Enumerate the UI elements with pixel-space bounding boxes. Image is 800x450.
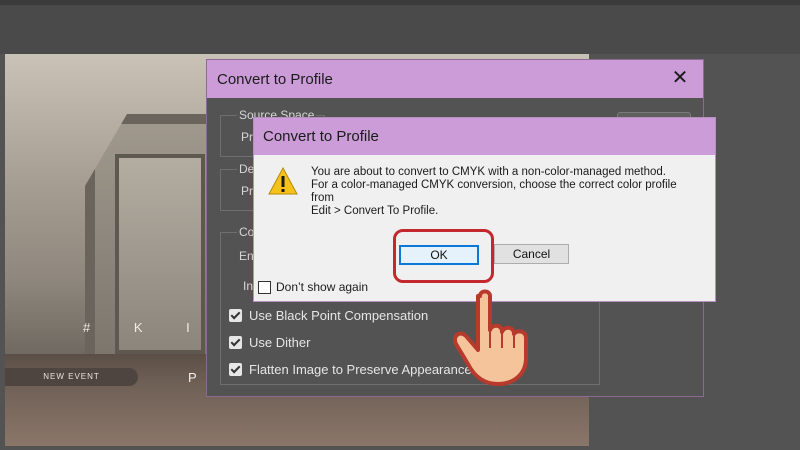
close-icon[interactable]: ✕ <box>669 67 691 89</box>
flatten-option[interactable]: Flatten Image to Preserve Appearance <box>229 359 472 379</box>
dialog-title: Convert to Profile <box>217 71 333 88</box>
photo-letter: P <box>188 370 197 385</box>
destination-profile-label: Pr <box>241 184 253 198</box>
dont-show-checkbox[interactable] <box>258 280 271 294</box>
warning-icon <box>268 166 298 195</box>
dont-show-label: Don’t show again <box>276 280 369 294</box>
alert-title: Convert to Profile <box>263 128 379 145</box>
cancel-button[interactable]: Cancel <box>494 244 569 264</box>
alert-message-line: You are about to convert to CMYK with a … <box>311 166 667 178</box>
ok-highlight-frame <box>393 229 494 283</box>
black-point-label: Use Black Point Compensation <box>249 307 429 323</box>
alert-message: You are about to convert to CMYK with a … <box>311 166 711 218</box>
dither-label: Use Dither <box>249 334 311 350</box>
flatten-checkbox[interactable] <box>229 362 242 376</box>
engine-label: En <box>239 249 254 263</box>
source-profile-label: Pr <box>241 130 253 144</box>
dither-checkbox[interactable] <box>229 335 242 349</box>
dialog-titlebar: Convert to Profile ✕ <box>207 60 703 98</box>
pointing-hand-icon <box>453 289 528 386</box>
dither-option[interactable]: Use Dither <box>229 332 310 352</box>
black-point-checkbox[interactable] <box>229 308 242 322</box>
alert-titlebar: Convert to Profile <box>254 118 715 155</box>
new-event-label: NEW EVENT <box>5 368 138 386</box>
workspace-top-bar <box>0 0 800 54</box>
flatten-label: Flatten Image to Preserve Appearance <box>249 361 472 377</box>
black-point-option[interactable]: Use Black Point Compensation <box>229 305 428 325</box>
intent-label: In <box>243 279 254 293</box>
alert-message-line: from <box>311 192 334 204</box>
alert-message-line: Edit > Convert To Profile. <box>311 205 439 217</box>
dont-show-option[interactable]: Don’t show again <box>258 280 368 294</box>
alert-message-line: For a color-managed CMYK conversion, cho… <box>311 179 677 191</box>
